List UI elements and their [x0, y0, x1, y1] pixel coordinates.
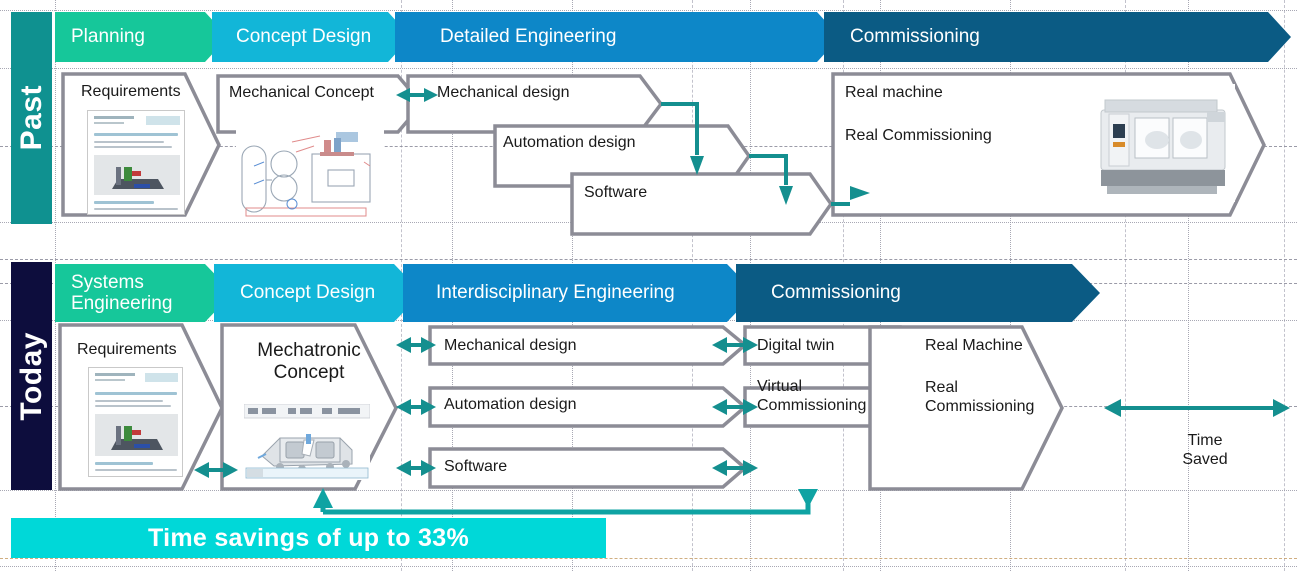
- feedback-loop-arrow: [313, 488, 818, 515]
- diagram-canvas: Past Planning Concept Design Detailed En…: [0, 0, 1297, 571]
- time-saved-arrow: [1104, 399, 1290, 417]
- today-requirements-document-thumbnail: [88, 367, 183, 477]
- today-label-real-machine: Real Machine: [925, 337, 1023, 354]
- today-label-requirements: Requirements: [77, 341, 177, 358]
- time-saved-label: Time Saved: [1182, 432, 1228, 468]
- today-label-software: Software: [444, 458, 508, 475]
- today-label-digital-twin: Digital twin: [757, 337, 835, 354]
- today-label-mechatronic-concept: Mechatronic Concept: [257, 340, 361, 384]
- time-savings-label: Time savings of up to 33%: [147, 523, 469, 552]
- today-label-virtual-commissioning: Virtual Commissioning: [757, 378, 867, 414]
- today-label-automation-design: Automation design: [444, 396, 577, 413]
- today-label-mechanical-design: Mechanical design: [444, 337, 577, 354]
- today-label-real-commissioning: Real Commissioning: [925, 379, 1035, 415]
- today-shapes: [58, 323, 1290, 515]
- time-savings-banner: Time savings of up to 33%: [11, 518, 606, 558]
- today-mechatronic-model-thumbnail: [244, 404, 370, 480]
